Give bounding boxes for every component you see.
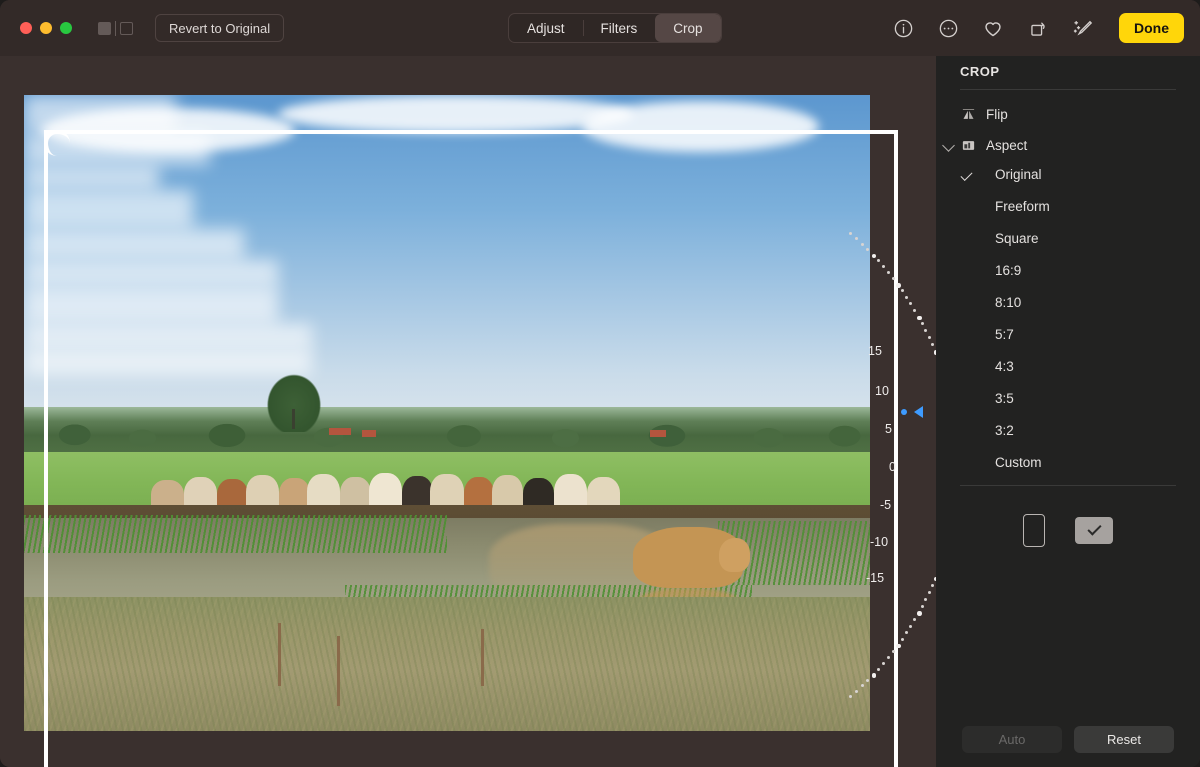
checkmark-icon bbox=[960, 168, 973, 181]
cloud bbox=[24, 260, 278, 286]
done-button[interactable]: Done bbox=[1119, 13, 1184, 43]
dry-weed bbox=[337, 635, 341, 706]
done-label: Done bbox=[1134, 20, 1169, 36]
portrait-orientation-button[interactable] bbox=[1023, 513, 1045, 547]
aspect-option-original[interactable]: Original bbox=[936, 162, 1200, 187]
aspect-option-label: 4:3 bbox=[995, 359, 1014, 374]
aspect-option-3-5[interactable]: 3:5 bbox=[936, 386, 1200, 411]
landscape-orientation-button[interactable] bbox=[1075, 516, 1113, 544]
split-view-icon[interactable] bbox=[98, 20, 133, 36]
cloud bbox=[24, 95, 177, 134]
auto-label: Auto bbox=[998, 731, 1026, 747]
sidebar-divider-bottom bbox=[960, 485, 1176, 486]
farmhouse-roof bbox=[362, 429, 377, 437]
split-view-left-pane-icon bbox=[98, 21, 111, 35]
aspect-option-label: 3:5 bbox=[995, 391, 1014, 406]
dry-weed bbox=[480, 629, 484, 687]
aspect-option-5-7[interactable]: 5:7 bbox=[936, 322, 1200, 347]
magic-wand-icon[interactable] bbox=[1071, 16, 1095, 40]
aspect-option-label: 5:7 bbox=[995, 327, 1014, 342]
aspect-option-label: 8:10 bbox=[995, 295, 1022, 310]
chevron-down-icon[interactable] bbox=[942, 139, 955, 152]
crop-handle-bottom-left[interactable] bbox=[44, 748, 70, 767]
aspect-option-16-9[interactable]: 16:9 bbox=[936, 258, 1200, 283]
toolbar-actions: Done bbox=[891, 0, 1184, 56]
auto-button[interactable]: Auto bbox=[962, 725, 1062, 753]
aspect-option-4-3[interactable]: 4:3 bbox=[936, 354, 1200, 379]
checkmark-icon bbox=[1086, 521, 1102, 536]
distant-treeline bbox=[24, 406, 870, 455]
flip-icon bbox=[960, 106, 977, 123]
photo-editor-window: Revert to Original Adjust Filters Crop D… bbox=[0, 0, 1200, 767]
farmhouse-roof bbox=[328, 427, 351, 435]
more-options-icon[interactable] bbox=[936, 16, 960, 40]
sidebar-divider-top bbox=[960, 89, 1176, 90]
sidebar-title: CROP bbox=[960, 64, 1000, 79]
cloud bbox=[24, 164, 160, 191]
aspect-option-label: 3:2 bbox=[995, 423, 1014, 438]
aspect-option-label: Square bbox=[995, 231, 1039, 246]
cloud bbox=[24, 133, 211, 165]
tab-crop-label: Crop bbox=[673, 20, 703, 36]
crop-handle-top-right[interactable] bbox=[872, 130, 898, 156]
dry-weed bbox=[277, 622, 281, 687]
sidebar-footer: Auto Reset bbox=[936, 725, 1200, 753]
reeds bbox=[24, 514, 447, 553]
tab-filters[interactable]: Filters bbox=[582, 14, 656, 42]
top-toolbar: Revert to Original Adjust Filters Crop D… bbox=[0, 0, 1200, 56]
cloud bbox=[24, 228, 244, 261]
editor-mode-tabs: Adjust Filters Crop bbox=[508, 13, 722, 43]
close-window-button[interactable] bbox=[20, 22, 32, 34]
tab-crop[interactable]: Crop bbox=[655, 14, 721, 42]
window-traffic-lights bbox=[20, 22, 72, 34]
photo-image[interactable] bbox=[24, 95, 870, 731]
crop-handle-bottom-right[interactable] bbox=[872, 748, 898, 767]
zoom-window-button[interactable] bbox=[60, 22, 72, 34]
cloud bbox=[24, 323, 312, 350]
reset-label: Reset bbox=[1107, 731, 1141, 747]
aspect-option-label: Freeform bbox=[995, 199, 1050, 214]
reset-button[interactable]: Reset bbox=[1074, 725, 1174, 753]
photo-container bbox=[24, 95, 898, 767]
cow-in-water bbox=[633, 527, 750, 588]
aspect-option-8-10[interactable]: 8:10 bbox=[936, 290, 1200, 315]
large-tree bbox=[265, 371, 324, 432]
grassy-foreground bbox=[24, 597, 870, 731]
flip-label: Flip bbox=[986, 107, 1008, 122]
sidebar-item-aspect[interactable]: Aspect bbox=[936, 133, 1200, 158]
cloud bbox=[582, 101, 820, 153]
aspect-option-label: Custom bbox=[995, 455, 1042, 470]
info-icon[interactable] bbox=[891, 16, 915, 40]
tab-adjust[interactable]: Adjust bbox=[509, 14, 583, 42]
aspect-option-freeform[interactable]: Freeform bbox=[936, 194, 1200, 219]
minimize-window-button[interactable] bbox=[40, 22, 52, 34]
favorite-heart-icon[interactable] bbox=[981, 16, 1005, 40]
revert-to-original-button[interactable]: Revert to Original bbox=[155, 14, 285, 42]
tab-adjust-label: Adjust bbox=[527, 20, 565, 36]
cloud bbox=[24, 190, 194, 229]
revert-to-original-label: Revert to Original bbox=[169, 20, 271, 36]
aspect-option-label: Original bbox=[995, 167, 1042, 182]
split-view-divider bbox=[115, 20, 116, 36]
split-view-right-pane-icon bbox=[120, 21, 133, 35]
crop-sidebar: CROP Flip Aspect Original Freeform Squar… bbox=[936, 56, 1200, 767]
sidebar-item-flip[interactable]: Flip bbox=[936, 102, 1200, 127]
editor-canvas bbox=[0, 56, 936, 767]
aspect-icon bbox=[960, 137, 977, 154]
orientation-buttons bbox=[936, 508, 1200, 552]
aspect-label: Aspect bbox=[986, 138, 1028, 153]
tab-filters-label: Filters bbox=[600, 20, 638, 36]
aspect-option-square[interactable]: Square bbox=[936, 226, 1200, 251]
aspect-option-3-2[interactable]: 3:2 bbox=[936, 418, 1200, 443]
rotate-icon[interactable] bbox=[1026, 16, 1050, 40]
aspect-option-label: 16:9 bbox=[995, 263, 1022, 278]
cloud bbox=[24, 285, 278, 324]
aspect-option-custom[interactable]: Custom bbox=[936, 450, 1200, 475]
cloud bbox=[277, 95, 634, 134]
farmhouse-roof bbox=[650, 429, 667, 437]
